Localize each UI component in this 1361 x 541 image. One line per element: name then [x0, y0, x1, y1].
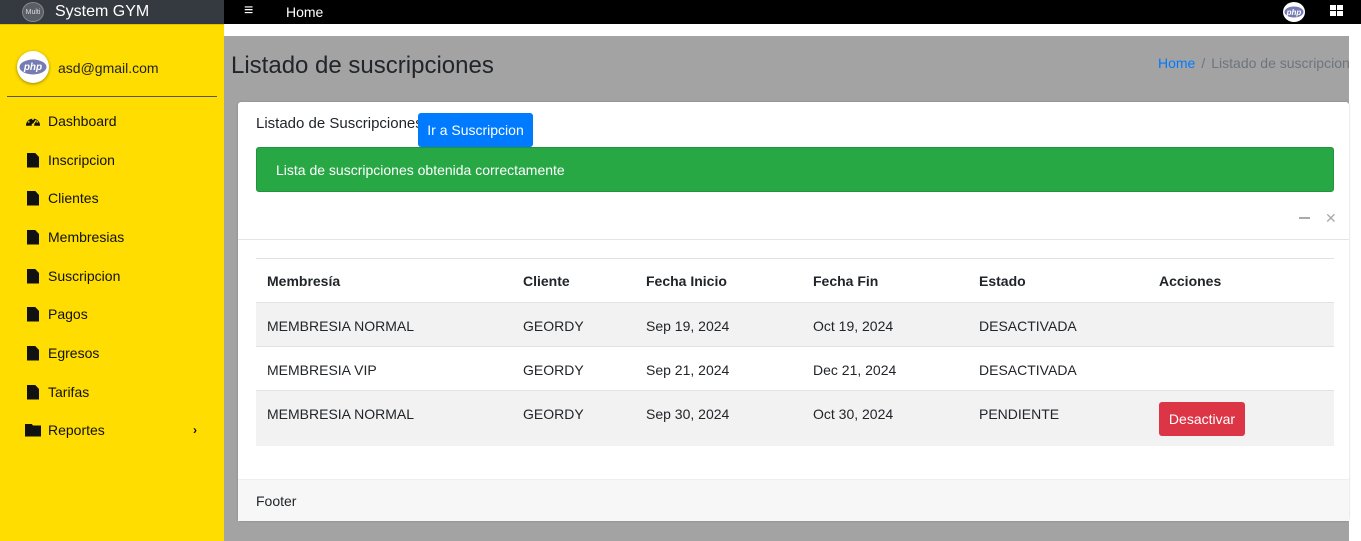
sidebar-item-label: Membresias [48, 229, 125, 245]
sidebar-item-inscripcion[interactable]: Inscripcion [0, 142, 224, 178]
user-panel[interactable]: php asd@gmail.com [7, 37, 217, 97]
column-header-fecha-fin[interactable]: Fecha Fin [802, 259, 968, 303]
cell-acciones: Desactivar [1148, 391, 1334, 446]
file-icon [25, 152, 41, 168]
file-icon [25, 384, 41, 400]
breadcrumb-current: Listado de suscripciones [1211, 55, 1349, 71]
cell-cliente: GEORDY [523, 406, 584, 422]
cell-cliente: GEORDY [523, 318, 584, 334]
avatar: php [17, 51, 49, 83]
cell-acciones [1148, 303, 1334, 347]
brand-logo: Multi [22, 2, 44, 22]
grid-apps-icon[interactable] [1330, 5, 1344, 17]
cell-fecha-inicio: Sep 21, 2024 [646, 362, 730, 378]
top-navbar: Multi System GYM ≡ Home php [0, 0, 1361, 24]
hamburger-menu-icon[interactable]: ≡ [244, 2, 253, 20]
chevron-right-icon: › [193, 423, 197, 437]
column-header-estado[interactable]: Estado [968, 259, 1148, 303]
php-logo-icon: php [1284, 6, 1304, 18]
table-row: MEMBRESIA NORMAL GEORDY Sep 30, 2024 Oct… [256, 390, 1334, 446]
sidebar-item-membresias[interactable]: Membresias [0, 219, 224, 255]
sidebar-item-pagos[interactable]: Pagos [0, 296, 224, 332]
cell-membresia: MEMBRESIA NORMAL [267, 406, 415, 422]
cell-estado: PENDIENTE [979, 406, 1060, 422]
cell-estado: DESACTIVADA [979, 318, 1077, 334]
cell-fecha-inicio: Sep 30, 2024 [646, 406, 730, 422]
brand-logo-text: Multi [25, 8, 41, 16]
card-footer: Footer [238, 479, 1349, 521]
divider [238, 239, 1349, 240]
deactivate-button[interactable]: Desactivar [1159, 402, 1245, 436]
table-row: MEMBRESIA NORMAL GEORDY Sep 19, 2024 Oct… [256, 302, 1334, 347]
footer-text: Footer [256, 493, 297, 509]
column-header-membresia[interactable]: Membresía [256, 259, 512, 303]
sidebar-item-label: Pagos [48, 306, 88, 322]
sidebar-item-label: Inscripcion [48, 152, 115, 168]
sidebar-item-egresos[interactable]: Egresos [0, 335, 224, 371]
sidebar: php asd@gmail.com Dashboard Inscripcion … [0, 24, 224, 541]
collapse-icon[interactable] [1299, 217, 1310, 219]
sidebar-item-suscripcion[interactable]: Suscripcion [0, 258, 224, 294]
breadcrumb-separator: / [1201, 55, 1206, 71]
sidebar-item-label: Dashboard [48, 113, 117, 129]
sidebar-item-label: Clientes [48, 190, 99, 206]
php-logo-icon: php [19, 59, 47, 75]
cell-fecha-fin: Oct 30, 2024 [813, 406, 894, 422]
sidebar-item-reportes[interactable]: Reportes › [0, 412, 224, 448]
cell-estado: DESACTIVADA [979, 362, 1077, 378]
sidebar-item-tarifas[interactable]: Tarifas [0, 374, 224, 410]
svg-text:php: php [23, 62, 42, 73]
column-header-fecha-inicio[interactable]: Fecha Inicio [635, 259, 802, 303]
success-alert: Lista de suscripciones obtenida correcta… [256, 147, 1334, 192]
column-header-cliente[interactable]: Cliente [512, 259, 635, 303]
nav-home-link[interactable]: Home [286, 4, 323, 20]
tachometer-icon [25, 113, 41, 129]
sidebar-item-clientes[interactable]: Clientes [0, 180, 224, 216]
file-icon [25, 229, 41, 245]
sidebar-item-label: Reportes [48, 422, 105, 438]
subscriptions-table: Membresía Cliente Fecha Inicio Fecha Fin… [256, 258, 1334, 446]
user-avatar[interactable]: php [1283, 2, 1305, 22]
folder-icon [25, 422, 41, 438]
file-icon [25, 190, 41, 206]
column-header-acciones: Acciones [1159, 272, 1222, 289]
go-to-subscription-button[interactable]: Ir a Suscripcion [418, 113, 533, 147]
card-heading: Listado de Suscripciones [256, 115, 423, 132]
file-icon [25, 268, 41, 284]
cell-acciones [1148, 347, 1334, 391]
cell-cliente: GEORDY [523, 362, 584, 378]
breadcrumb-home-link[interactable]: Home [1158, 55, 1195, 71]
breadcrumb: Home / Listado de suscripciones [1158, 55, 1349, 71]
user-email: asd@gmail.com [58, 60, 159, 76]
cell-fecha-inicio: Sep 19, 2024 [646, 318, 730, 334]
close-icon[interactable]: ✕ [1325, 210, 1337, 227]
file-icon [25, 306, 41, 322]
file-icon [25, 345, 41, 361]
sidebar-item-dashboard[interactable]: Dashboard [0, 103, 224, 139]
brand[interactable]: Multi System GYM [0, 0, 224, 24]
brand-title: System GYM [55, 3, 150, 20]
cell-membresia: MEMBRESIA VIP [267, 362, 377, 378]
cell-fecha-fin: Dec 21, 2024 [813, 362, 897, 378]
table-row: MEMBRESIA VIP GEORDY Sep 21, 2024 Dec 21… [256, 346, 1334, 391]
svg-text:php: php [1286, 8, 1302, 17]
sidebar-item-label: Suscripcion [48, 268, 121, 284]
subscriptions-card: Listado de Suscripciones Ir a Suscripcio… [238, 102, 1349, 521]
scrollbar[interactable] [1349, 36, 1361, 541]
sidebar-item-label: Egresos [48, 345, 100, 361]
sidebar-item-label: Tarifas [48, 384, 90, 400]
table-header-row: Membresía Cliente Fecha Inicio Fecha Fin… [256, 258, 1334, 303]
cell-membresia: MEMBRESIA NORMAL [267, 318, 415, 334]
page-title: Listado de suscripciones [231, 52, 494, 79]
cell-fecha-fin: Oct 19, 2024 [813, 318, 894, 334]
